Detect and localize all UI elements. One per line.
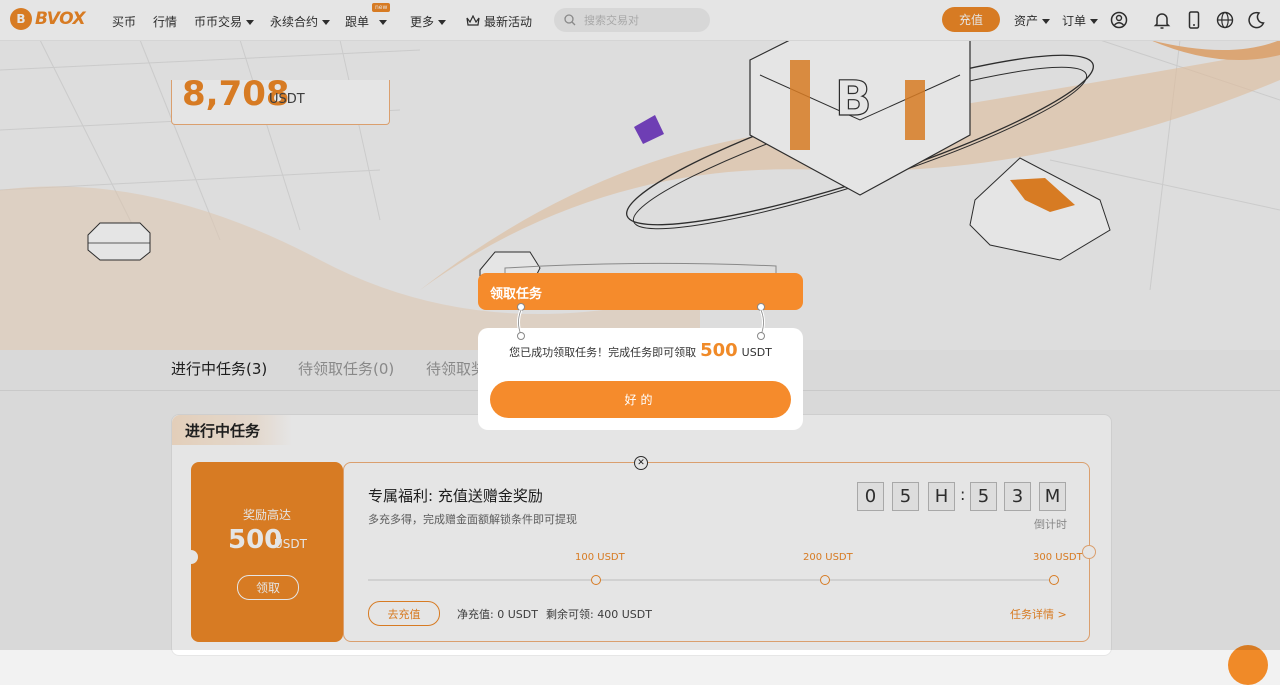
ring-icon: [757, 303, 765, 340]
ok-button[interactable]: 好的: [490, 381, 791, 418]
modal-message: 您已成功领取任务！完成任务即可领取 500 USDT: [509, 340, 772, 361]
modal-dialog: 您已成功领取任务！完成任务即可领取 500 USDT 好的: [478, 328, 803, 430]
modal-title: 领取任务: [490, 287, 543, 302]
support-button[interactable]: [1228, 645, 1268, 685]
ring-icon: [517, 303, 525, 340]
modal-overlay[interactable]: [0, 0, 1280, 650]
modal-amount: 500: [700, 340, 738, 361]
